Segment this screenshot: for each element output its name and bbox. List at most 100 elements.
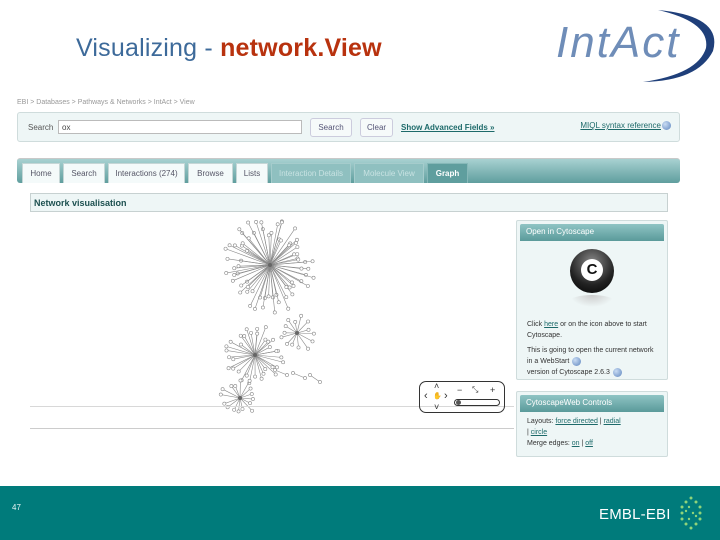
network-node[interactable]: [244, 327, 249, 332]
network-node[interactable]: [259, 376, 264, 381]
network-node[interactable]: [233, 384, 238, 388]
network-node[interactable]: [303, 376, 307, 380]
here-link[interactable]: here: [544, 321, 558, 328]
pan-down-icon[interactable]: ˅: [434, 402, 439, 412]
zoom-out-icon[interactable]: −: [457, 385, 462, 395]
network-node[interactable]: [250, 408, 254, 413]
network-node[interactable]: [281, 360, 286, 365]
network-node[interactable]: [266, 233, 271, 238]
network-node[interactable]: [276, 300, 281, 305]
network-node[interactable]: [293, 226, 297, 231]
network-node[interactable]: [290, 292, 295, 297]
network-node[interactable]: [286, 306, 291, 311]
network-node[interactable]: [306, 266, 311, 271]
network-node[interactable]: [240, 241, 245, 246]
network-node[interactable]: [240, 407, 245, 411]
network-node[interactable]: [250, 289, 255, 294]
network-node[interactable]: [310, 259, 315, 264]
network-node[interactable]: [245, 289, 250, 294]
zoom-slider[interactable]: [454, 399, 500, 406]
help-icon[interactable]: [572, 356, 582, 366]
layout-force-directed-link[interactable]: force directed: [555, 418, 597, 425]
zoom-fit-icon[interactable]: ⤡: [472, 385, 478, 395]
network-node[interactable]: [267, 345, 272, 349]
network-node[interactable]: [247, 378, 252, 383]
network-node[interactable]: [285, 373, 289, 377]
network-node[interactable]: [279, 335, 284, 340]
network-node[interactable]: [231, 366, 236, 371]
network-node[interactable]: [232, 266, 237, 271]
network-node[interactable]: [242, 334, 247, 338]
network-node[interactable]: [222, 401, 227, 406]
cytoscape-icon[interactable]: C: [570, 249, 614, 293]
clear-button[interactable]: Clear: [360, 118, 393, 137]
hand-pan-icon[interactable]: ✋: [433, 392, 442, 400]
network-node[interactable]: [239, 283, 244, 288]
network-node[interactable]: [263, 367, 268, 371]
network-node[interactable]: [249, 392, 254, 396]
network-node[interactable]: [295, 245, 300, 249]
network-node[interactable]: [291, 284, 296, 288]
network-node[interactable]: [226, 366, 231, 371]
network-node[interactable]: [296, 257, 301, 262]
network-hub-node[interactable]: [268, 263, 272, 267]
network-node[interactable]: [273, 368, 277, 372]
network-node[interactable]: [296, 345, 301, 350]
network-node[interactable]: [274, 349, 279, 354]
network-node[interactable]: [282, 330, 287, 335]
help-icon[interactable]: [662, 121, 671, 131]
network-node[interactable]: [295, 252, 300, 257]
layout-circle-link[interactable]: circle: [531, 429, 547, 436]
network-node[interactable]: [224, 271, 229, 275]
network-node[interactable]: [251, 397, 255, 401]
network-node[interactable]: [236, 409, 241, 414]
network-node[interactable]: [229, 384, 234, 388]
tab-browse[interactable]: Browse: [188, 163, 233, 183]
network-node[interactable]: [232, 273, 237, 277]
network-node[interactable]: [259, 220, 264, 225]
network-node[interactable]: [248, 386, 253, 391]
network-node[interactable]: [273, 372, 278, 377]
miql-link-text[interactable]: MIQL syntax reference: [580, 121, 661, 130]
network-node[interactable]: [271, 337, 275, 342]
network-hub-cluster[interactable]: [223, 219, 316, 315]
network-node[interactable]: [224, 344, 229, 349]
tab-molecule-view[interactable]: Molecule View: [354, 163, 424, 183]
network-node[interactable]: [299, 266, 304, 271]
network-node[interactable]: [238, 290, 243, 295]
network-node[interactable]: [312, 331, 316, 336]
network-node[interactable]: [310, 339, 315, 344]
network-node[interactable]: [227, 355, 232, 360]
network-node[interactable]: [263, 325, 268, 330]
network-node[interactable]: [225, 256, 230, 261]
network-node[interactable]: [248, 304, 253, 308]
network-node[interactable]: [223, 246, 228, 251]
network-node[interactable]: [286, 318, 291, 322]
network-node[interactable]: [306, 327, 311, 332]
network-node[interactable]: [318, 380, 322, 384]
network-node[interactable]: [308, 373, 312, 377]
network-node[interactable]: [238, 378, 243, 383]
pan-left-icon[interactable]: ‹: [424, 390, 428, 402]
network-node[interactable]: [272, 310, 277, 315]
network-node[interactable]: [291, 371, 295, 375]
network-node[interactable]: [305, 284, 310, 288]
tab-interactions[interactable]: Interactions (274): [108, 163, 185, 183]
network-node[interactable]: [275, 222, 280, 227]
network-node[interactable]: [254, 220, 258, 224]
network-node[interactable]: [246, 220, 251, 225]
network-node[interactable]: [224, 348, 229, 353]
network-node[interactable]: [261, 305, 265, 310]
network-hub-node[interactable]: [238, 396, 242, 400]
network-node[interactable]: [284, 295, 289, 299]
tab-home[interactable]: Home: [22, 163, 60, 183]
network-node[interactable]: [236, 369, 241, 374]
network-node[interactable]: [261, 371, 266, 376]
network-node[interactable]: [228, 339, 233, 344]
show-advanced-fields-link[interactable]: Show Advanced Fields »: [401, 123, 495, 132]
network-node[interactable]: [255, 331, 260, 336]
network-node[interactable]: [270, 365, 275, 370]
network-node[interactable]: [299, 313, 304, 318]
network-node[interactable]: [220, 387, 225, 392]
network-node[interactable]: [263, 337, 268, 342]
